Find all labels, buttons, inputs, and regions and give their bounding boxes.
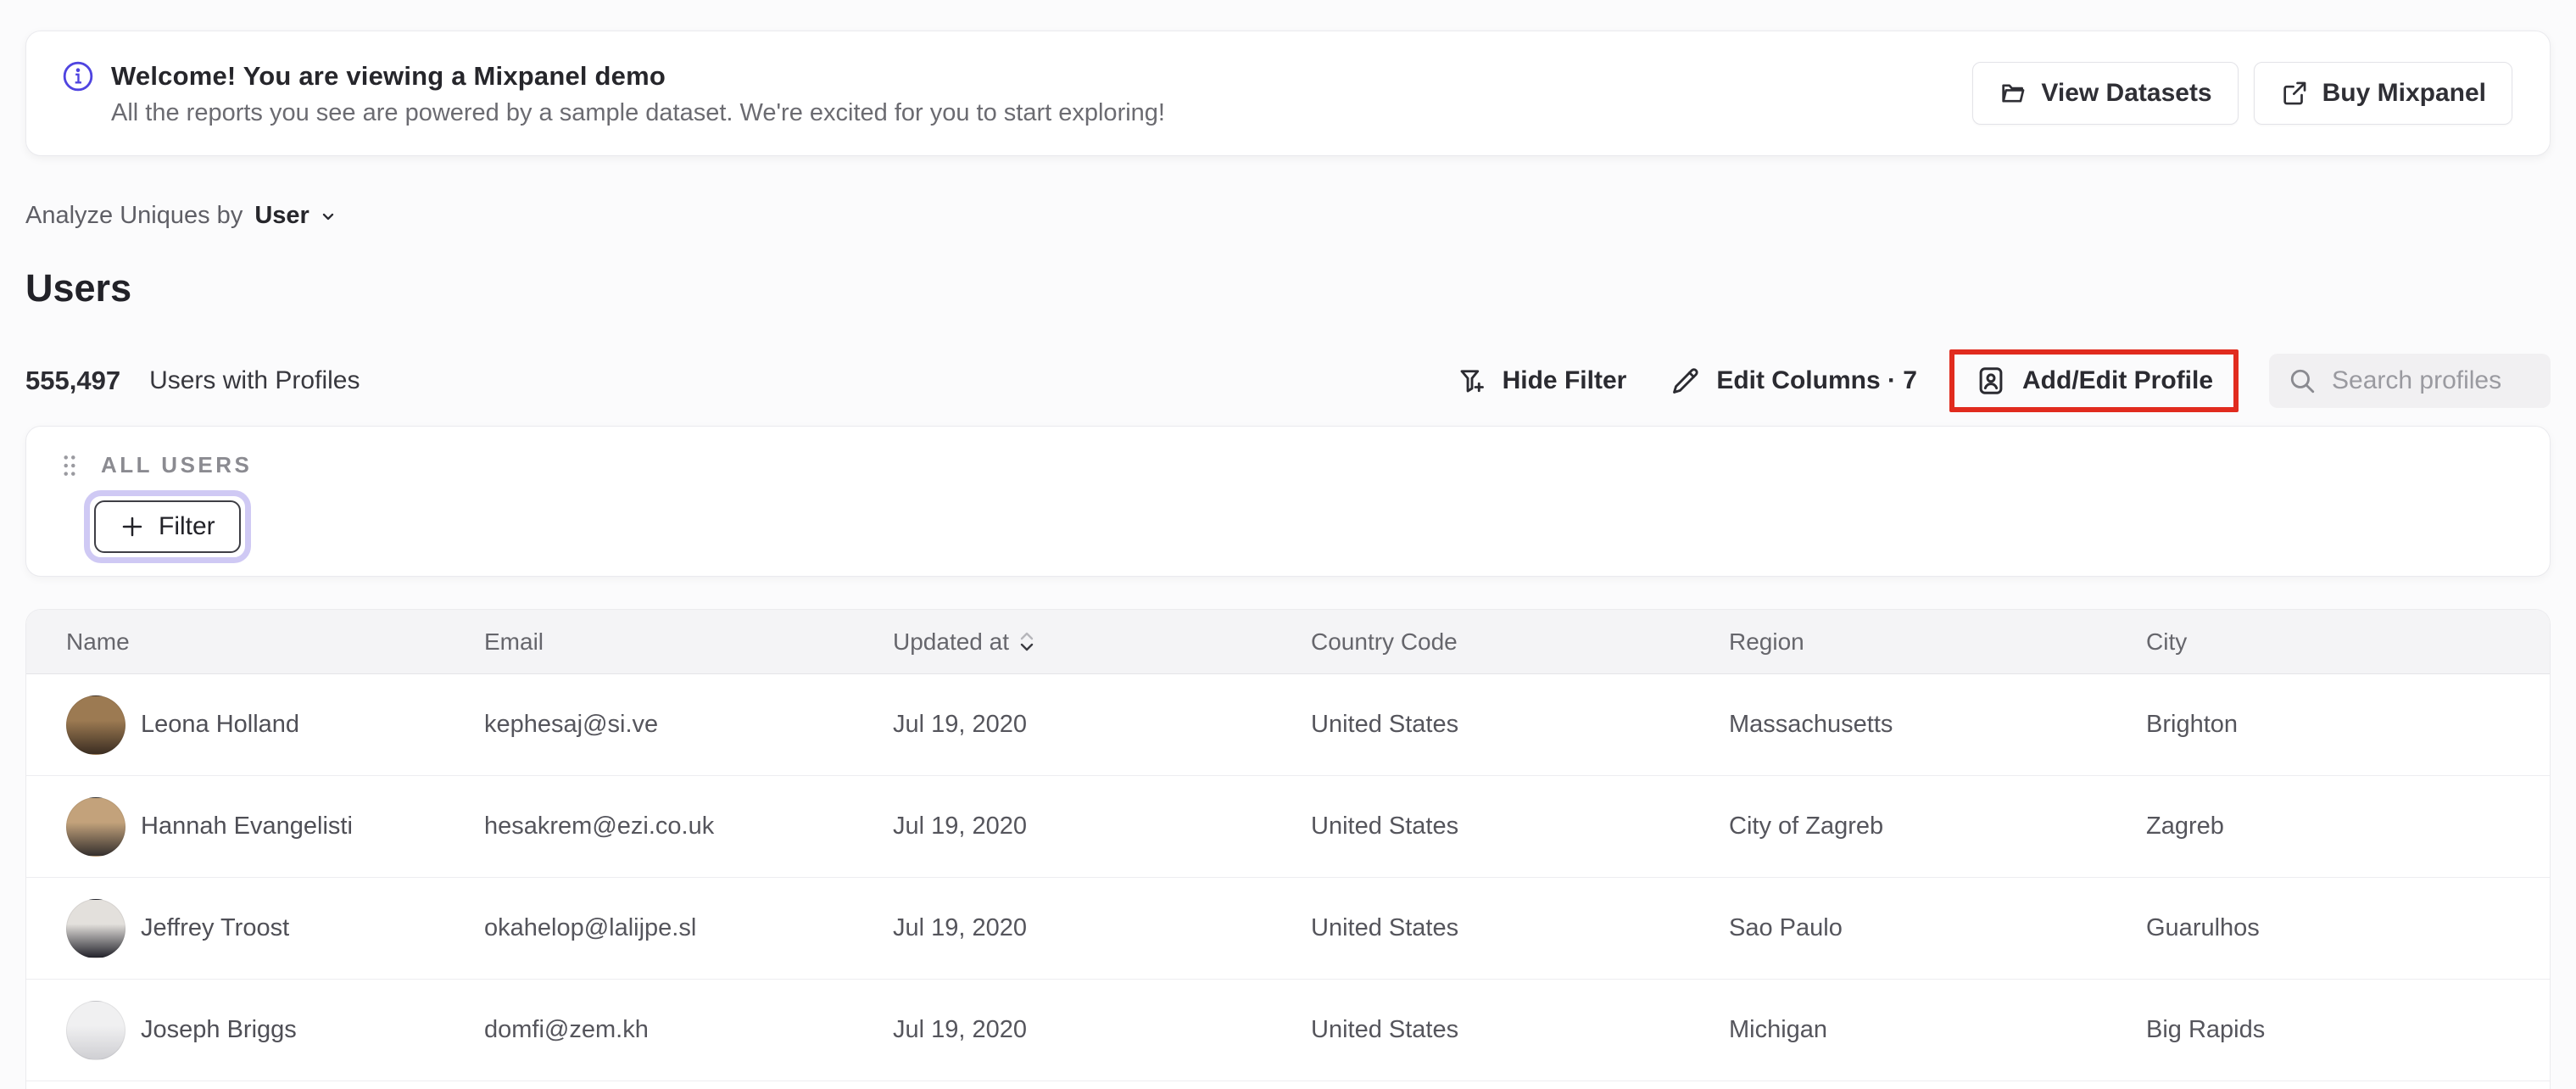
search-icon [2288, 366, 2317, 395]
avatar [66, 1000, 125, 1060]
user-region: Sao Paulo [1729, 914, 1843, 941]
user-name: Jeffrey Troost [141, 914, 290, 941]
column-header-country-code[interactable]: Country Code [1311, 628, 1729, 656]
info-icon [62, 60, 94, 92]
external-link-icon [2280, 79, 2309, 108]
column-header-name[interactable]: Name [66, 628, 484, 656]
filter-panel: ALL USERS Filter [25, 426, 2551, 577]
user-name: Joseph Briggs [141, 1016, 297, 1043]
user-country-code: United States [1311, 813, 1459, 840]
summary-toolbar-row: 555,497 Users with Profiles Hide Filter … [25, 346, 2551, 416]
user-country-code: United States [1311, 914, 1459, 941]
analyze-label: Analyze Uniques by [25, 202, 243, 229]
search-profiles-input[interactable] [2332, 366, 2532, 395]
add-edit-profile-button[interactable]: Add/Edit Profile [1975, 365, 2213, 397]
filter-button-focus-ring: Filter [84, 490, 251, 563]
pencil-icon [1670, 366, 1701, 396]
user-updated-at: Jul 19, 2020 [893, 711, 1028, 738]
column-header-updated-at[interactable]: Updated at [893, 628, 1311, 656]
user-email: okahelop@lalijpe.sl [484, 914, 697, 941]
name-cell: Jeffrey Troost [66, 898, 484, 958]
table-body: Leona Holland kephesaj@si.ve Jul 19, 202… [26, 674, 2550, 1081]
user-region: Michigan [1729, 1016, 1828, 1043]
user-email: hesakrem@ezi.co.uk [484, 813, 715, 840]
search-profiles-box [2269, 354, 2551, 408]
filter-plus-icon [1457, 366, 1487, 396]
banner-text: Welcome! You are viewing a Mixpanel demo… [62, 60, 1165, 127]
column-header-email[interactable]: Email [484, 628, 893, 656]
user-city: Guarulhos [2146, 914, 2260, 941]
user-city: Zagreb [2146, 813, 2224, 840]
table-row[interactable]: Leona Holland kephesaj@si.ve Jul 19, 202… [26, 674, 2550, 776]
table-row[interactable]: Joseph Briggs domfi@zem.kh Jul 19, 2020 … [26, 980, 2550, 1081]
user-name: Hannah Evangelisti [141, 813, 353, 840]
welcome-banner: Welcome! You are viewing a Mixpanel demo… [25, 31, 2551, 156]
user-updated-at: Jul 19, 2020 [893, 813, 1028, 840]
page-title: Users [25, 266, 132, 310]
banner-title: Welcome! You are viewing a Mixpanel demo [111, 60, 666, 91]
buy-mixpanel-button[interactable]: Buy Mixpanel [2253, 62, 2512, 125]
profiles-count: 555,497 [25, 366, 121, 395]
user-region: City of Zagreb [1729, 813, 1884, 840]
column-header-region[interactable]: Region [1729, 628, 2146, 656]
folder-open-icon [1999, 79, 2027, 108]
analyze-uniques-control: Analyze Uniques by User [25, 202, 338, 230]
banner-subtitle: All the reports you see are powered by a… [111, 98, 1165, 126]
user-email: domfi@zem.kh [484, 1016, 649, 1043]
analyze-by-dropdown[interactable]: User [254, 202, 338, 230]
avatar [66, 898, 125, 958]
drag-handle-icon[interactable] [60, 453, 79, 478]
sort-indicator-icon [1019, 632, 1034, 651]
edit-columns-button[interactable]: Edit Columns · 7 [1670, 366, 1917, 396]
plus-icon [120, 514, 145, 539]
view-datasets-button[interactable]: View Datasets [1972, 62, 2239, 125]
chevron-down-icon [318, 206, 338, 226]
user-city: Big Rapids [2146, 1016, 2266, 1043]
profiles-table: Name Email Updated at Country Code Region Cit… [25, 609, 2551, 1089]
avatar [66, 695, 125, 755]
hide-filter-button[interactable]: Hide Filter [1457, 366, 1626, 396]
user-country-code: United States [1311, 711, 1459, 738]
user-updated-at: Jul 19, 2020 [893, 914, 1028, 941]
table-row[interactable]: Hannah Evangelisti hesakrem@ezi.co.uk Ju… [26, 776, 2550, 878]
name-cell: Hannah Evangelisti [66, 796, 484, 857]
table-header-row: Name Email Updated at Country Code Region Cit… [26, 610, 2550, 674]
name-cell: Leona Holland [66, 695, 484, 755]
user-region: Massachusetts [1729, 711, 1893, 738]
profiles-toolbar: Hide Filter Edit Columns · 7 Add/Edit Pr… [1457, 349, 2551, 412]
user-city: Brighton [2146, 711, 2239, 738]
profile-badge-icon [1975, 365, 2007, 397]
profiles-count-label: Users with Profiles [149, 366, 360, 394]
name-cell: Joseph Briggs [66, 1000, 484, 1060]
user-email: kephesaj@si.ve [484, 711, 659, 738]
user-updated-at: Jul 19, 2020 [893, 1016, 1028, 1043]
filter-group-label: ALL USERS [101, 452, 253, 477]
table-row[interactable]: Jeffrey Troost okahelop@lalijpe.sl Jul 1… [26, 878, 2550, 980]
user-country-code: United States [1311, 1016, 1459, 1043]
add-filter-button[interactable]: Filter [94, 500, 241, 553]
user-name: Leona Holland [141, 711, 300, 738]
annotation-highlight: Add/Edit Profile [1949, 349, 2239, 412]
avatar [66, 796, 125, 857]
column-header-city[interactable]: City [2146, 628, 2550, 656]
